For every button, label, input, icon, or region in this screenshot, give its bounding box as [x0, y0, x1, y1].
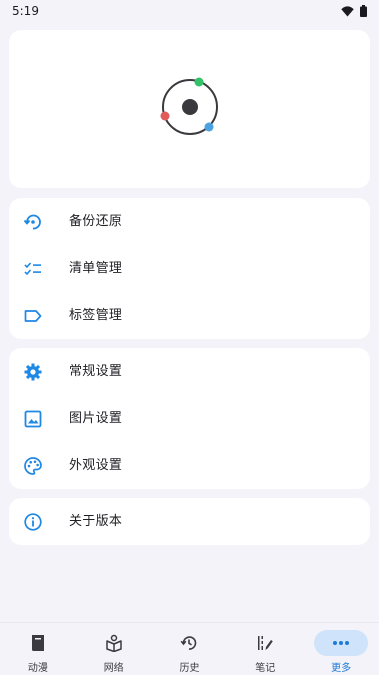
image-icon [22, 408, 43, 429]
status-icons [341, 5, 367, 17]
history-icon [162, 630, 216, 656]
menu-item-label: 标签管理 [69, 308, 123, 323]
status-bar: 5:19 [0, 0, 379, 22]
nav-tab-network[interactable]: 网络 [76, 623, 152, 675]
info-icon [22, 511, 43, 532]
nav-tab-history[interactable]: 历史 [152, 623, 228, 675]
settings-card: 常规设置 图片设置 外观设置 [9, 348, 370, 489]
app-logo-icon [160, 77, 218, 135]
palette-icon [22, 455, 43, 476]
nav-tab-more[interactable]: 更多 [303, 623, 379, 675]
about-card: 关于版本 [9, 498, 370, 545]
menu-item-label: 关于版本 [69, 514, 123, 529]
menu-item-label: 外观设置 [69, 458, 123, 473]
bottom-navigation: 动漫 网络 历史 笔记 更多 [0, 622, 379, 675]
backup-restore-icon [22, 211, 43, 232]
app-logo-card [9, 30, 370, 188]
network-book-icon [87, 630, 141, 656]
menu-item-appearance-settings[interactable]: 外观设置 [9, 442, 370, 489]
battery-icon [360, 5, 367, 17]
more-icon [314, 630, 369, 656]
menu-item-label: 备份还原 [69, 214, 123, 229]
nav-tab-label: 更多 [331, 663, 352, 674]
menu-item-label: 图片设置 [69, 411, 123, 426]
menu-item-about-version[interactable]: 关于版本 [9, 498, 370, 545]
menu-item-label: 清单管理 [69, 261, 123, 276]
menu-item-backup-restore[interactable]: 备份还原 [9, 198, 370, 245]
gear-icon [22, 361, 43, 382]
checklist-icon [22, 258, 43, 279]
notes-icon [238, 630, 292, 656]
nav-tab-label: 动漫 [27, 663, 48, 674]
menu-item-image-settings[interactable]: 图片设置 [9, 395, 370, 442]
app-screen: 5:19 备份还原 清单管理 标签管理 常规设置 图片设置 外观设置 关于版本 … [0, 0, 379, 675]
book-icon [11, 630, 65, 656]
status-time: 5:19 [12, 4, 39, 18]
data-management-card: 备份还原 清单管理 标签管理 [9, 198, 370, 339]
nav-tab-notes[interactable]: 笔记 [227, 623, 303, 675]
menu-item-label: 常规设置 [69, 364, 123, 379]
menu-item-general-settings[interactable]: 常规设置 [9, 348, 370, 395]
wifi-icon [341, 5, 354, 16]
nav-tab-label: 网络 [103, 663, 124, 674]
menu-item-checklist-manage[interactable]: 清单管理 [9, 245, 370, 292]
nav-tab-anime[interactable]: 动漫 [0, 623, 76, 675]
nav-tab-label: 历史 [179, 663, 200, 674]
tag-icon [22, 305, 43, 326]
nav-tab-label: 笔记 [255, 663, 276, 674]
menu-item-tag-manage[interactable]: 标签管理 [9, 292, 370, 339]
